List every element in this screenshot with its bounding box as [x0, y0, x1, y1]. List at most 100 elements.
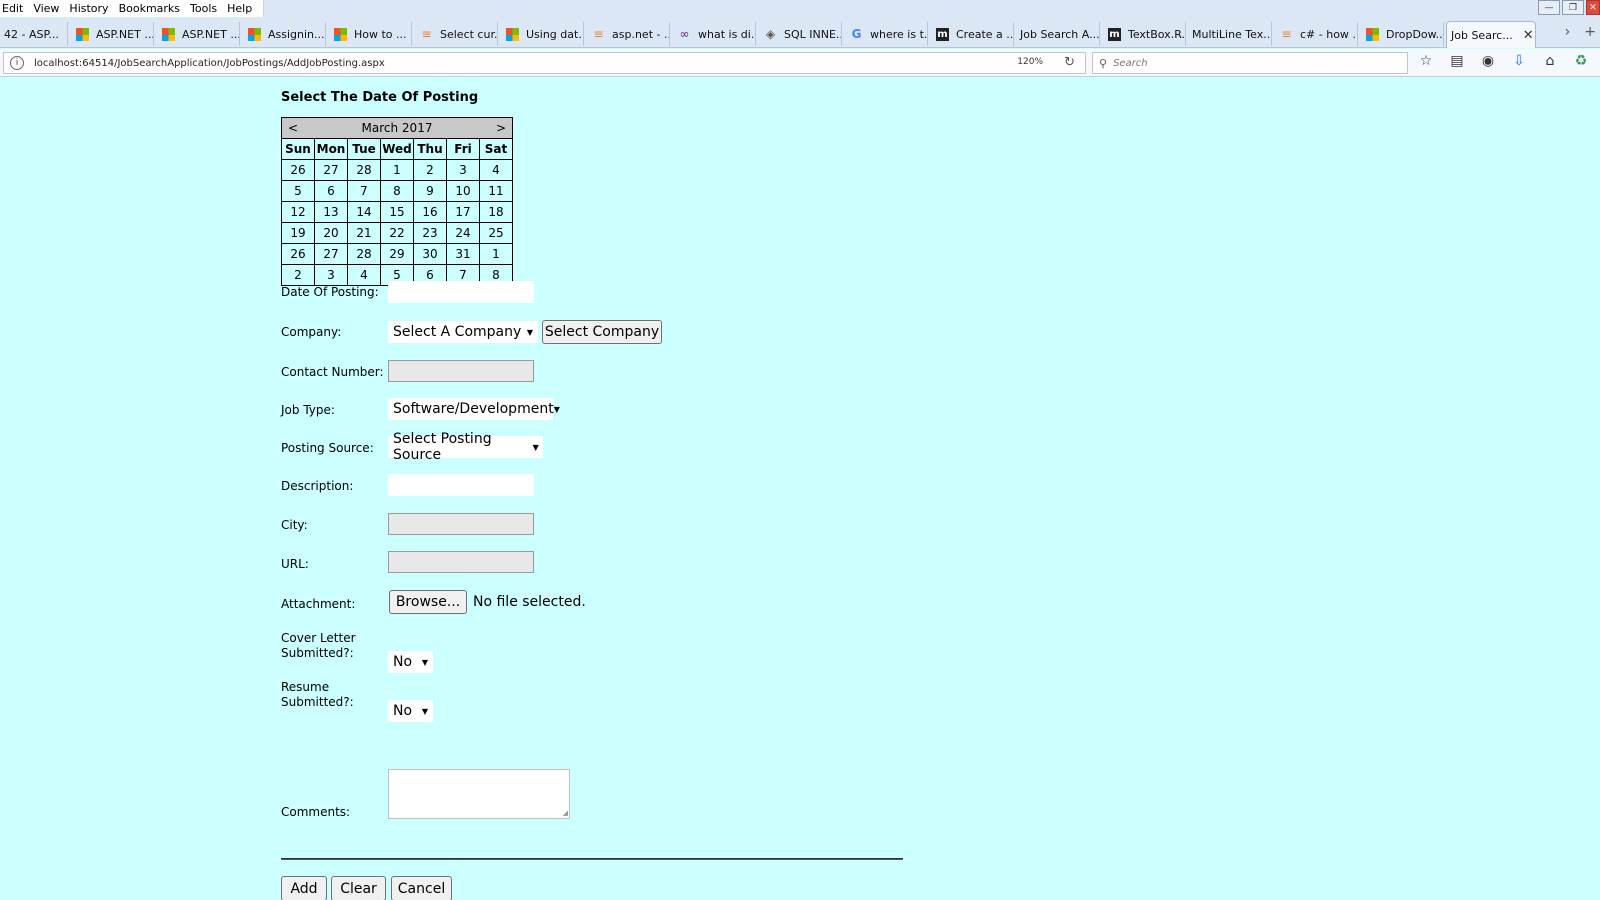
add-button[interactable]: Add	[281, 876, 327, 900]
calendar-day[interactable]: 6	[314, 180, 348, 202]
calendar-day[interactable]: 3	[314, 264, 348, 286]
calendar-day[interactable]: 10	[446, 180, 480, 202]
menu-edit[interactable]: Edit	[0, 2, 28, 15]
browser-tab[interactable]: ◈ SQL INNE...	[758, 22, 842, 46]
calendar-day[interactable]: 4	[347, 264, 381, 286]
calendar-day[interactable]: 1	[479, 243, 513, 265]
browser-tab[interactable]: ≡ asp.net - ...	[586, 22, 670, 46]
calendar-day[interactable]: 28	[347, 243, 381, 265]
browser-tab[interactable]: ASP.NET ...	[70, 22, 154, 46]
calendar-day[interactable]: 14	[347, 201, 381, 223]
browse-button[interactable]: Browse...	[389, 590, 467, 614]
calendar-prev-month[interactable]: <	[282, 121, 304, 135]
bookmark-star-icon[interactable]: ☆	[1418, 53, 1434, 69]
calendar-day[interactable]: 4	[479, 159, 513, 181]
menu-history[interactable]: History	[64, 2, 113, 15]
calendar-day[interactable]: 13	[314, 201, 348, 223]
calendar-day[interactable]: 1	[380, 159, 414, 181]
calendar-day[interactable]: 5	[281, 180, 315, 202]
calendar-day[interactable]: 25	[479, 222, 513, 244]
calendar-day[interactable]: 26	[281, 243, 315, 265]
download-icon[interactable]: ⇩	[1511, 53, 1527, 69]
reading-list-icon[interactable]: ▤	[1449, 53, 1465, 69]
home-icon[interactable]: ⌂	[1542, 53, 1558, 69]
job-type-select[interactable]: Software/Development ▼	[388, 398, 560, 420]
description-input[interactable]	[388, 474, 534, 496]
cancel-button[interactable]: Cancel	[391, 876, 452, 900]
calendar-day[interactable]: 19	[281, 222, 315, 244]
zoom-level[interactable]: 120%	[1017, 57, 1043, 67]
browser-tab[interactable]: ASP.NET ...	[156, 22, 240, 46]
restore-icon[interactable]: ❐	[1562, 0, 1584, 15]
browser-tab[interactable]: ∞ what is di...	[672, 22, 756, 46]
browser-tab[interactable]: m TextBox.R...	[1102, 22, 1186, 46]
calendar-day[interactable]: 2	[413, 159, 447, 181]
calendar-day[interactable]: 30	[413, 243, 447, 265]
close-tab-icon[interactable]: ✕	[1523, 28, 1534, 43]
browser-tab[interactable]: ≡ c# - how ...	[1274, 22, 1358, 46]
close-window-icon[interactable]: ✕	[1586, 0, 1600, 15]
menu-help[interactable]: Help	[222, 2, 257, 15]
browser-tab[interactable]: DropDow...	[1360, 22, 1444, 46]
calendar-day[interactable]: 23	[413, 222, 447, 244]
menu-bookmarks[interactable]: Bookmarks	[114, 2, 185, 15]
city-input[interactable]	[388, 513, 534, 535]
browser-tab[interactable]: Using dat...	[500, 22, 584, 46]
minimize-icon[interactable]: —	[1538, 0, 1560, 15]
calendar-day[interactable]: 26	[281, 159, 315, 181]
browser-tab[interactable]: How to ...	[328, 22, 412, 46]
menu-tools[interactable]: Tools	[185, 2, 222, 15]
menu-view[interactable]: View	[28, 2, 64, 15]
cover-letter-select[interactable]: No ▼	[388, 651, 433, 673]
site-info-icon[interactable]: i	[10, 56, 24, 70]
tab-scroll-right-icon[interactable]: ›	[1565, 24, 1571, 40]
calendar-day[interactable]: 20	[314, 222, 348, 244]
calendar-next-month[interactable]: >	[490, 121, 512, 135]
attachment-label: Attachment:	[281, 597, 356, 611]
calendar-day[interactable]: 16	[413, 201, 447, 223]
date-of-posting-input[interactable]	[388, 281, 534, 303]
calendar-day[interactable]: 24	[446, 222, 480, 244]
search-bar[interactable]: ⚲ Search	[1092, 52, 1408, 74]
browser-tab[interactable]: Job Search A...	[1016, 22, 1100, 46]
new-tab-icon[interactable]: +	[1584, 24, 1596, 40]
comments-textarea[interactable]: ◢	[388, 769, 570, 819]
calendar-day[interactable]: 7	[347, 180, 381, 202]
calendar-day[interactable]: 2	[281, 264, 315, 286]
browser-tab[interactable]: ≡ Select cur...	[414, 22, 498, 46]
pocket-icon[interactable]: ◉	[1480, 53, 1496, 69]
calendar-day[interactable]: 8	[380, 180, 414, 202]
company-select[interactable]: Select A Company ▼	[388, 321, 538, 343]
url-input[interactable]	[388, 551, 534, 573]
calendar-day[interactable]: 12	[281, 201, 315, 223]
calendar-day[interactable]: 21	[347, 222, 381, 244]
browser-tab[interactable]: 42 - ASP...	[0, 22, 68, 46]
microsoft-logo-icon	[506, 27, 519, 41]
calendar-day[interactable]: 11	[479, 180, 513, 202]
browser-tab[interactable]: Job Searc... ✕	[1446, 21, 1536, 48]
calendar-day[interactable]: 17	[446, 201, 480, 223]
calendar-day[interactable]: 31	[446, 243, 480, 265]
calendar-day[interactable]: 22	[380, 222, 414, 244]
posting-source-select[interactable]: Select Posting Source ▼	[388, 431, 543, 463]
address-bar[interactable]: i localhost:64514/JobSearchApplication/J…	[3, 52, 1086, 74]
calendar-day[interactable]: 15	[380, 201, 414, 223]
extension-icon[interactable]: ♻	[1573, 53, 1589, 69]
browser-tab[interactable]: m Create a ...	[930, 22, 1014, 46]
browser-tab[interactable]: Assignin...	[242, 22, 326, 46]
calendar-day[interactable]: 27	[314, 159, 348, 181]
browser-tab[interactable]: Gwhere is t...	[844, 22, 928, 46]
browser-tab[interactable]: MultiLine Tex...	[1188, 22, 1272, 46]
resume-select[interactable]: No ▼	[388, 700, 433, 722]
calendar-day[interactable]: 27	[314, 243, 348, 265]
calendar-day[interactable]: 9	[413, 180, 447, 202]
contact-number-input[interactable]	[388, 360, 534, 382]
select-company-button[interactable]: Select Company	[542, 320, 662, 344]
clear-button[interactable]: Clear	[331, 876, 386, 900]
calendar-day[interactable]: 18	[479, 201, 513, 223]
reload-icon[interactable]: ↻	[1064, 55, 1075, 70]
calendar-day[interactable]: 3	[446, 159, 480, 181]
resize-grip-icon[interactable]: ◢	[563, 809, 568, 817]
calendar-day[interactable]: 29	[380, 243, 414, 265]
calendar-day[interactable]: 28	[347, 159, 381, 181]
